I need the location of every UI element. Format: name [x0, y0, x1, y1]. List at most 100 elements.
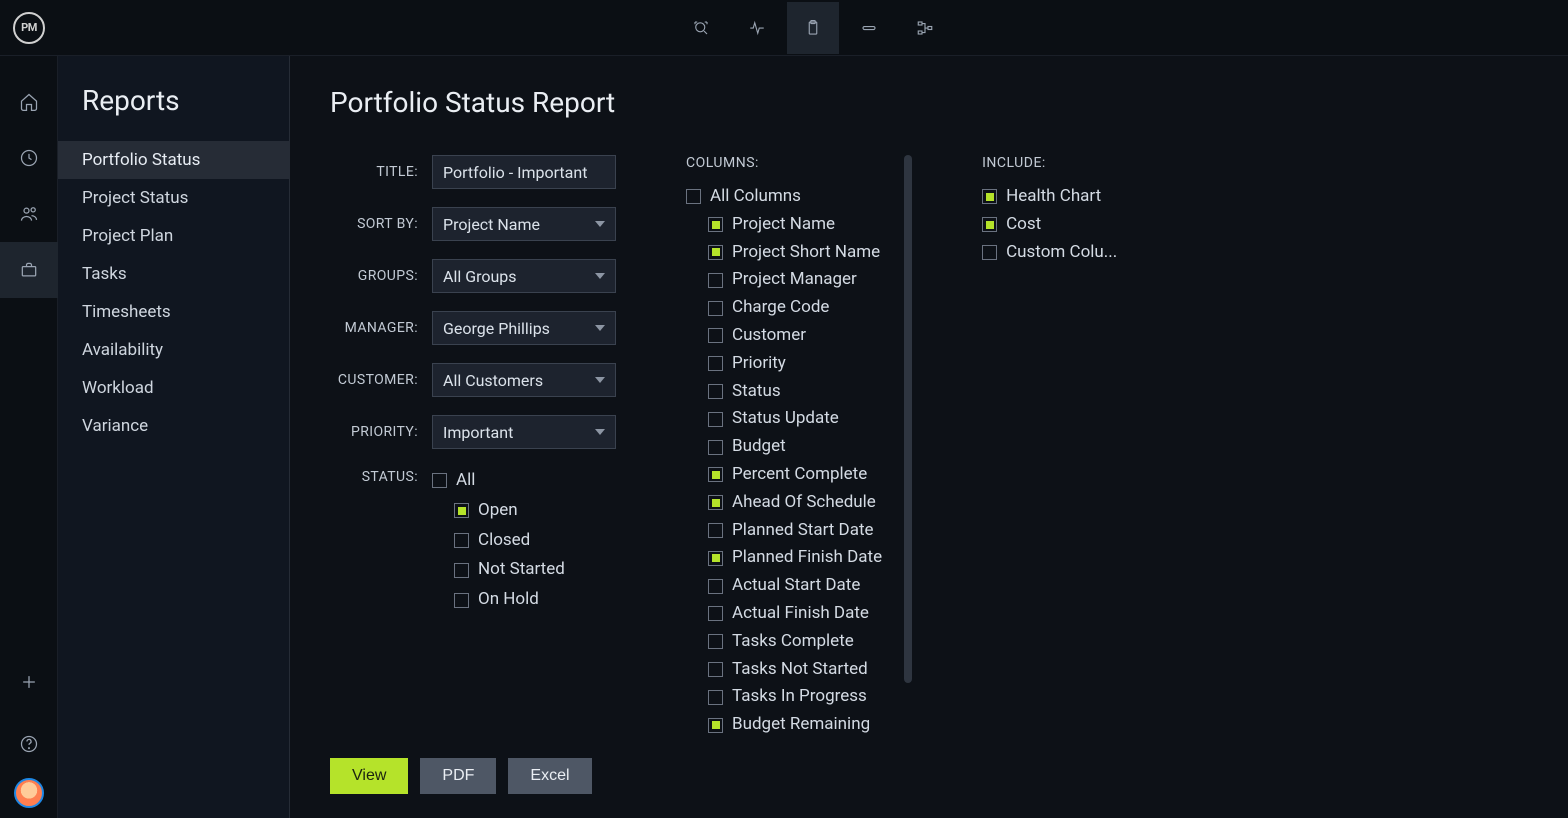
topbar: PM [0, 0, 1568, 56]
add-icon[interactable] [0, 654, 58, 710]
clipboard-icon[interactable] [787, 2, 839, 54]
include-checkbox[interactable]: Custom Colu... [982, 241, 1142, 265]
report-item[interactable]: Project Plan [58, 217, 289, 255]
column-checkbox[interactable]: Budget [708, 435, 882, 459]
column-checkbox[interactable]: Customer [708, 324, 882, 348]
button-row: View PDF Excel [330, 758, 1528, 794]
help-icon[interactable] [0, 716, 58, 772]
column-checkbox[interactable]: Tasks Complete [708, 630, 882, 654]
column-checkbox[interactable]: Actual Finish Date [708, 602, 882, 626]
nav-rail [0, 56, 58, 818]
checkbox-icon [432, 473, 447, 488]
report-item[interactable]: Tasks [58, 255, 289, 293]
content: Portfolio Status Report TITLE: Portfolio… [290, 56, 1568, 818]
status-checkbox[interactable]: Not Started [454, 558, 565, 582]
customer-select[interactable]: All Customers [432, 363, 616, 397]
form-column: TITLE: Portfolio - Important SORT BY: Pr… [330, 155, 616, 738]
status-checkbox[interactable]: On Hold [454, 588, 565, 612]
sortby-select[interactable]: Project Name [432, 207, 616, 241]
column-checkbox[interactable]: Priority [708, 352, 882, 376]
status-label: STATUS: [330, 467, 418, 485]
column-checkbox[interactable]: Budget Remaining [708, 713, 882, 737]
customer-label: CUSTOMER: [330, 372, 418, 388]
report-item[interactable]: Timesheets [58, 293, 289, 331]
chevron-down-icon [595, 325, 605, 331]
checkbox-icon [708, 606, 723, 621]
include-checkbox[interactable]: Cost [982, 213, 1142, 237]
checkbox-icon [982, 189, 997, 204]
column-checkbox[interactable]: Tasks In Progress [708, 685, 882, 709]
column-checkbox[interactable]: Status [708, 380, 882, 404]
include-checkbox[interactable]: Health Chart [982, 185, 1142, 209]
status-all-checkbox[interactable]: All [432, 469, 565, 493]
column-checkbox[interactable]: Project Short Name [708, 241, 882, 265]
title-input[interactable]: Portfolio - Important [432, 155, 616, 189]
reports-title: Reports [58, 84, 289, 141]
priority-select[interactable]: Important [432, 415, 616, 449]
column-checkbox[interactable]: Planned Start Date [708, 519, 882, 543]
clock-icon[interactable] [0, 130, 58, 186]
scrollbar[interactable] [904, 155, 912, 683]
checkbox-icon [708, 217, 723, 232]
activity-icon[interactable] [731, 2, 783, 54]
briefcase-icon[interactable] [0, 242, 58, 298]
report-item[interactable]: Availability [58, 331, 289, 369]
avatar[interactable] [14, 778, 44, 808]
topbar-center [58, 2, 1568, 54]
checkbox-icon [708, 690, 723, 705]
groups-label: GROUPS: [330, 268, 418, 284]
column-checkbox[interactable]: Charge Code [708, 296, 882, 320]
checkbox-icon [708, 662, 723, 677]
checkbox-icon [708, 467, 723, 482]
report-item[interactable]: Portfolio Status [58, 141, 289, 179]
checkbox-icon [686, 189, 701, 204]
checkbox-icon [708, 440, 723, 455]
checkbox-icon [708, 495, 723, 510]
checkbox-icon [982, 217, 997, 232]
checkbox-icon [454, 533, 469, 548]
page-title: Portfolio Status Report [330, 86, 1528, 119]
chevron-down-icon [595, 221, 605, 227]
people-icon[interactable] [0, 186, 58, 242]
checkbox-icon [708, 523, 723, 538]
column-checkbox[interactable]: Ahead Of Schedule [708, 491, 882, 515]
report-item[interactable]: Project Status [58, 179, 289, 217]
status-checkbox[interactable]: Open [454, 499, 565, 523]
columns-section: COLUMNS: All Columns Project Name Project… [686, 155, 912, 738]
checkbox-icon [708, 245, 723, 260]
link-icon[interactable] [843, 2, 895, 54]
manager-label: MANAGER: [330, 320, 418, 336]
view-button[interactable]: View [330, 758, 408, 794]
flow-icon[interactable] [899, 2, 951, 54]
column-checkbox[interactable]: Percent Complete [708, 463, 882, 487]
manager-select[interactable]: George Phillips [432, 311, 616, 345]
chevron-down-icon [595, 273, 605, 279]
column-checkbox[interactable]: Status Update [708, 407, 882, 431]
scrollbar-thumb[interactable] [904, 155, 912, 683]
column-checkbox[interactable]: Actual Start Date [708, 574, 882, 598]
excel-button[interactable]: Excel [508, 758, 591, 794]
checkbox-icon [982, 245, 997, 260]
report-item[interactable]: Workload [58, 369, 289, 407]
include-section: INCLUDE: Health ChartCostCustom Colu... [982, 155, 1142, 738]
home-icon[interactable] [0, 74, 58, 130]
groups-select[interactable]: All Groups [432, 259, 616, 293]
checkbox-icon [708, 301, 723, 316]
sortby-label: SORT BY: [330, 216, 418, 232]
checkbox-icon [708, 551, 723, 566]
checkbox-icon [708, 412, 723, 427]
logo-badge: PM [13, 12, 45, 44]
search-icon[interactable] [675, 2, 727, 54]
checkbox-icon [708, 634, 723, 649]
column-checkbox[interactable]: Project Manager [708, 268, 882, 292]
logo[interactable]: PM [0, 12, 58, 44]
all-columns-checkbox[interactable]: All Columns [686, 185, 882, 209]
status-checkbox[interactable]: Closed [454, 529, 565, 553]
pdf-button[interactable]: PDF [420, 758, 496, 794]
priority-label: PRIORITY: [330, 424, 418, 440]
column-checkbox[interactable]: Tasks Not Started [708, 658, 882, 682]
column-checkbox[interactable]: Planned Finish Date [708, 546, 882, 570]
report-item[interactable]: Variance [58, 407, 289, 445]
columns-header: COLUMNS: [686, 155, 882, 171]
column-checkbox[interactable]: Project Name [708, 213, 882, 237]
